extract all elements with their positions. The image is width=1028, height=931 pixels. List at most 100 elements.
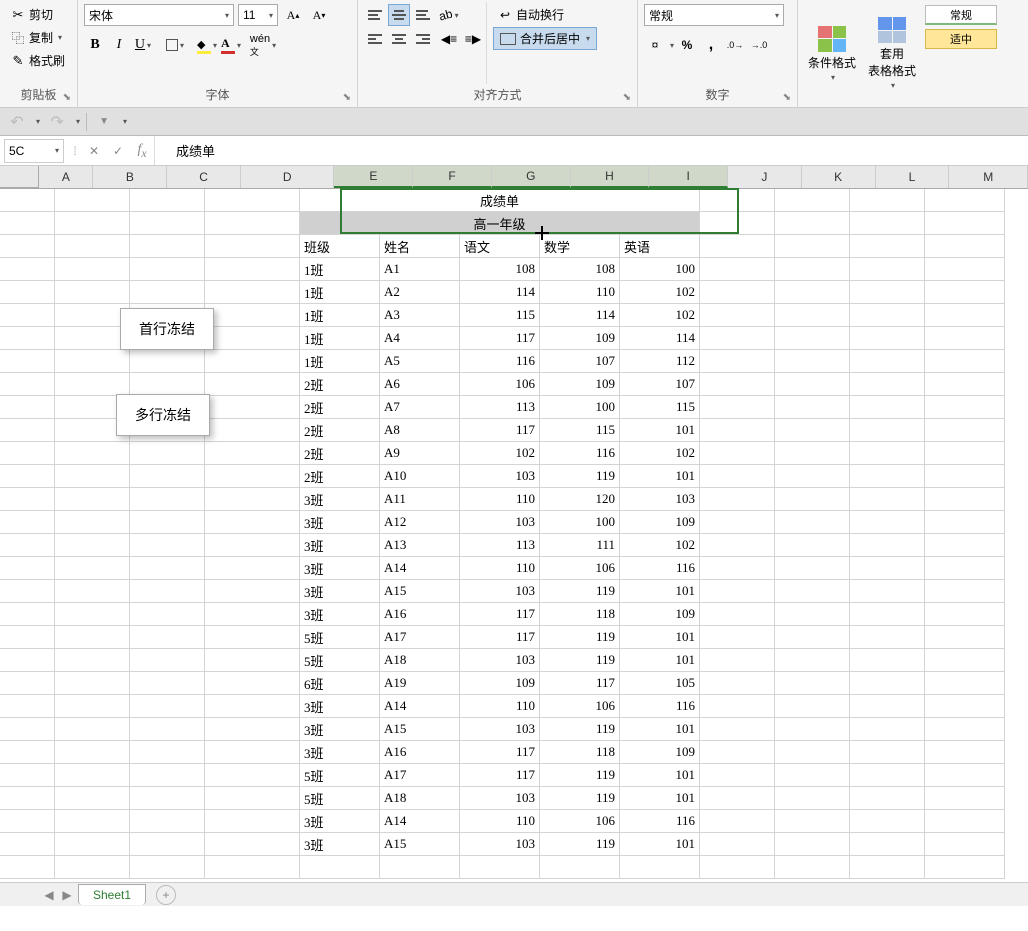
- cell[interactable]: 110: [540, 281, 620, 304]
- cell[interactable]: 1班: [300, 281, 380, 304]
- cell[interactable]: [700, 787, 775, 810]
- cell[interactable]: 1班: [300, 350, 380, 373]
- cell[interactable]: [775, 396, 850, 419]
- cell[interactable]: 102: [620, 281, 700, 304]
- cell[interactable]: [540, 856, 620, 879]
- cell[interactable]: 107: [620, 373, 700, 396]
- cell[interactable]: [55, 626, 130, 649]
- cell[interactable]: [775, 718, 850, 741]
- cell[interactable]: A3: [380, 304, 460, 327]
- cell[interactable]: 1班: [300, 327, 380, 350]
- cell[interactable]: A18: [380, 649, 460, 672]
- wrap-text-button[interactable]: 自动换行: [493, 4, 597, 25]
- cell[interactable]: A14: [380, 695, 460, 718]
- cell[interactable]: [55, 764, 130, 787]
- cell[interactable]: 5班: [300, 787, 380, 810]
- cell[interactable]: 2班: [300, 442, 380, 465]
- cell[interactable]: [0, 465, 55, 488]
- cell[interactable]: [775, 557, 850, 580]
- cell[interactable]: 102: [460, 442, 540, 465]
- cell[interactable]: [925, 465, 1005, 488]
- cell[interactable]: [460, 856, 540, 879]
- cell[interactable]: [925, 603, 1005, 626]
- cell[interactable]: 110: [460, 557, 540, 580]
- cell[interactable]: [850, 511, 925, 534]
- cell[interactable]: [850, 465, 925, 488]
- dialog-launcher-icon[interactable]: ⬊: [623, 92, 631, 103]
- cell[interactable]: [205, 672, 300, 695]
- cell[interactable]: [700, 833, 775, 856]
- cell[interactable]: [55, 488, 130, 511]
- border-button[interactable]: ▾: [164, 34, 186, 56]
- cell[interactable]: [130, 810, 205, 833]
- cell[interactable]: 116: [460, 350, 540, 373]
- cell[interactable]: [775, 787, 850, 810]
- cell[interactable]: 3班: [300, 603, 380, 626]
- cell[interactable]: A1: [380, 258, 460, 281]
- cell[interactable]: 116: [620, 810, 700, 833]
- cancel-formula-button[interactable]: [82, 139, 106, 163]
- cell[interactable]: [55, 442, 130, 465]
- cell[interactable]: [130, 465, 205, 488]
- cell[interactable]: [925, 534, 1005, 557]
- cell[interactable]: 113: [460, 396, 540, 419]
- align-center-button[interactable]: [388, 28, 410, 50]
- cell[interactable]: [205, 787, 300, 810]
- tab-nav-prev[interactable]: ◀: [40, 888, 58, 902]
- cell[interactable]: 106: [540, 695, 620, 718]
- cell[interactable]: 101: [620, 833, 700, 856]
- cell[interactable]: [925, 396, 1005, 419]
- cell[interactable]: [700, 258, 775, 281]
- currency-button[interactable]: [644, 34, 666, 56]
- cell[interactable]: A9: [380, 442, 460, 465]
- cell[interactable]: [205, 695, 300, 718]
- table-format-button[interactable]: 套用 表格格式 ▾: [862, 2, 922, 105]
- cell[interactable]: [925, 649, 1005, 672]
- dialog-launcher-icon[interactable]: ⬊: [783, 92, 791, 103]
- cell[interactable]: [925, 557, 1005, 580]
- cell[interactable]: A10: [380, 465, 460, 488]
- cell[interactable]: [205, 488, 300, 511]
- cell[interactable]: [0, 649, 55, 672]
- cell[interactable]: [0, 235, 55, 258]
- cell[interactable]: 101: [620, 465, 700, 488]
- cell[interactable]: [0, 212, 55, 235]
- cell[interactable]: 102: [620, 304, 700, 327]
- sheet-tab[interactable]: Sheet1: [78, 884, 146, 905]
- cell[interactable]: [205, 741, 300, 764]
- cell[interactable]: [850, 281, 925, 304]
- cell[interactable]: [55, 327, 130, 350]
- cell[interactable]: 2班: [300, 419, 380, 442]
- align-middle-button[interactable]: [388, 4, 410, 26]
- cell[interactable]: [775, 189, 850, 212]
- cell[interactable]: 116: [620, 695, 700, 718]
- cell[interactable]: A11: [380, 488, 460, 511]
- cell[interactable]: 102: [620, 534, 700, 557]
- formula-input[interactable]: 成绩单: [168, 141, 1028, 160]
- cell[interactable]: [0, 327, 55, 350]
- cell[interactable]: [925, 281, 1005, 304]
- cell[interactable]: 103: [620, 488, 700, 511]
- cell[interactable]: [775, 212, 850, 235]
- cell[interactable]: 109: [620, 511, 700, 534]
- cell[interactable]: 106: [540, 810, 620, 833]
- cell[interactable]: 109: [540, 373, 620, 396]
- cell[interactable]: [0, 672, 55, 695]
- cell[interactable]: [55, 603, 130, 626]
- cell[interactable]: [130, 258, 205, 281]
- font-name-select[interactable]: 宋体▾: [84, 4, 234, 26]
- cell[interactable]: [850, 672, 925, 695]
- cell[interactable]: [130, 649, 205, 672]
- col-header-C[interactable]: C: [167, 166, 241, 188]
- cell[interactable]: [850, 442, 925, 465]
- cell[interactable]: [700, 281, 775, 304]
- col-header-K[interactable]: K: [802, 166, 876, 188]
- cell[interactable]: [925, 258, 1005, 281]
- cell[interactable]: [700, 465, 775, 488]
- cell[interactable]: 班级: [300, 235, 380, 258]
- cell[interactable]: A17: [380, 626, 460, 649]
- cell[interactable]: 114: [460, 281, 540, 304]
- cell[interactable]: [925, 511, 1005, 534]
- cell[interactable]: [0, 580, 55, 603]
- cell[interactable]: [925, 810, 1005, 833]
